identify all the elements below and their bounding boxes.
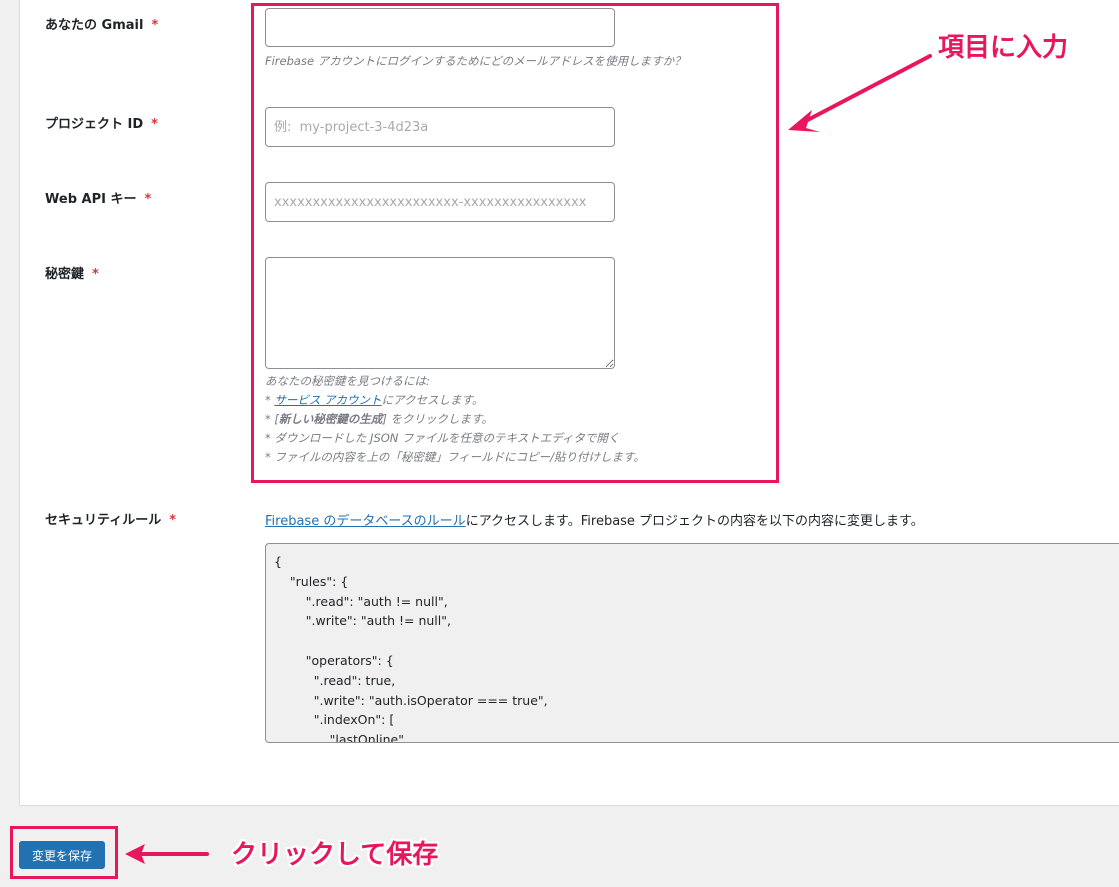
arrow-to-inputs: [798, 54, 932, 126]
input-hint-annotation: 項目に入力: [938, 33, 1069, 63]
arrow-head-inputs: [788, 110, 820, 132]
annotation-arrows: [125, 54, 932, 864]
save-hint-annotation: クリックして保存: [231, 840, 439, 870]
